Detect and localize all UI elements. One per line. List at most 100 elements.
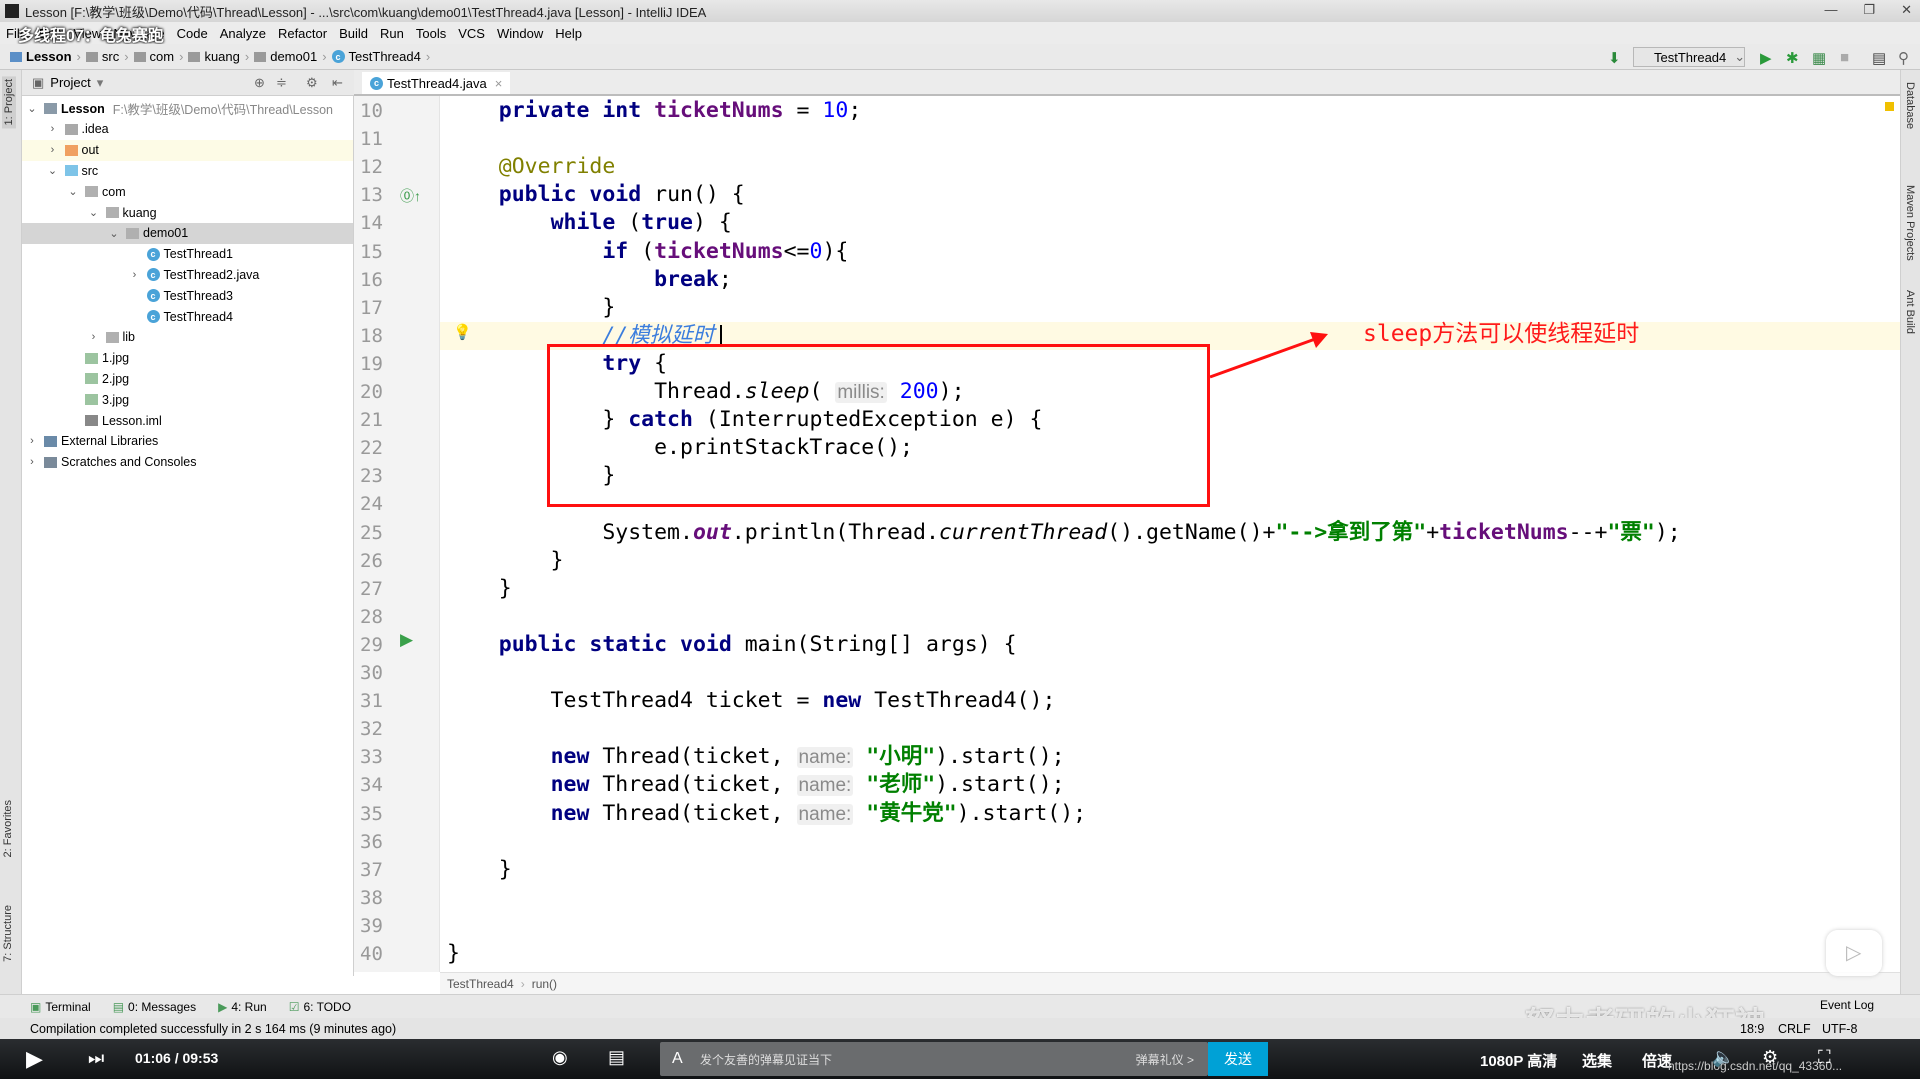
tree-item[interactable]: › External Libraries (22, 431, 353, 452)
menu-help[interactable]: Help (555, 26, 582, 41)
menu-build[interactable]: Build (339, 26, 368, 41)
bottom-tab-run[interactable]: ▶ 4: Run (218, 1000, 267, 1014)
play-icon[interactable]: ▶ (26, 1046, 43, 1072)
chevron-right-icon[interactable]: › (26, 435, 38, 447)
debug-icon[interactable]: ✱ (1786, 49, 1799, 67)
tree-item[interactable]: Lesson.iml (22, 410, 353, 431)
tree-item[interactable]: c TestThread1 (22, 244, 353, 265)
danmu-input[interactable]: A 发个友善的弹幕见证当下 弹幕礼仪 > (660, 1042, 1208, 1076)
tree-item[interactable]: › out (22, 139, 353, 161)
run-configuration-select[interactable]: TestThread4 ⌄ (1633, 47, 1745, 67)
minimize-icon[interactable]: — (1824, 2, 1837, 18)
hide-icon[interactable]: ⇤ (332, 75, 343, 91)
menu-window[interactable]: Window (497, 26, 543, 41)
tree-item[interactable]: 3.jpg (22, 389, 353, 410)
menu-refactor[interactable]: Refactor (278, 26, 327, 41)
chevron-down-icon[interactable]: ⌄ (108, 227, 120, 240)
bottom-tab-terminal[interactable]: ▣ Terminal (30, 1000, 91, 1014)
bottom-tab-todo[interactable]: ☑ 6: TODO (289, 1000, 351, 1014)
gear-icon[interactable]: ⚙ (306, 75, 318, 91)
locate-icon[interactable]: ⊕ (254, 75, 265, 91)
tree-item[interactable]: ⌄ kuang (22, 202, 353, 223)
database-tool-tab[interactable]: Database (1904, 82, 1916, 129)
breadcrumb-item[interactable]: kuang › (188, 49, 254, 64)
danmu-etiquette-link[interactable]: 弹幕礼仪 > (1136, 1051, 1194, 1068)
status-message[interactable]: Compilation completed successfully in 2 … (30, 1022, 396, 1036)
send-danmu-button[interactable]: 发送 (1208, 1042, 1268, 1076)
tree-item[interactable]: › .idea (22, 119, 353, 140)
tree-item[interactable]: ⌄ com (22, 181, 353, 202)
collapse-icon[interactable]: ≑ (276, 75, 287, 91)
chevron-right-icon[interactable]: › (88, 331, 100, 343)
tree-item[interactable]: ⌄ src (22, 160, 353, 181)
breadcrumb-item[interactable]: demo01 › (254, 49, 331, 64)
project-tool-tab[interactable]: 1: Project (2, 76, 16, 129)
menu-run[interactable]: Run (380, 26, 404, 41)
line-separator[interactable]: CRLF (1778, 1022, 1811, 1036)
chevron-down-icon[interactable]: ⌄ (88, 206, 100, 219)
chevron-down-icon[interactable]: ▾ (97, 75, 104, 91)
menu-code[interactable]: Code (177, 26, 208, 41)
breadcrumb-item[interactable]: Lesson › (10, 49, 86, 64)
tree-item[interactable]: 2.jpg (22, 368, 353, 389)
tree-item[interactable]: ⌄ Lesson F:\教学\班级\Demo\代码\Thread\Lesson (22, 98, 353, 119)
breadcrumb-item[interactable]: com › (133, 49, 189, 64)
favorites-tool-tab[interactable]: 2: Favorites (2, 800, 14, 857)
run-icon[interactable]: ▶ (1760, 49, 1772, 67)
coverage-icon[interactable]: ▦ (1812, 49, 1826, 67)
settings-icon[interactable]: ⚙ (1762, 1047, 1778, 1068)
lightbulb-icon[interactable]: 💡 (453, 323, 472, 341)
stop-icon[interactable]: ■ (1840, 49, 1849, 66)
tree-item[interactable]: c TestThread3 (22, 285, 353, 306)
bottom-tab-messages[interactable]: ▤ 0: Messages (113, 1000, 196, 1014)
menu-tools[interactable]: Tools (416, 26, 446, 41)
text-format-icon[interactable]: A (672, 1050, 683, 1068)
quality-button[interactable]: 1080P 高清 (1480, 1050, 1557, 1071)
chevron-right-icon[interactable]: › (129, 269, 141, 281)
chevron-right-icon[interactable]: › (47, 144, 59, 156)
menu-vcs[interactable]: VCS (458, 26, 485, 41)
build-icon[interactable]: ⬇ (1608, 49, 1621, 67)
volume-icon[interactable]: 🔈 (1712, 1047, 1734, 1068)
tree-item[interactable]: 1.jpg (22, 348, 353, 369)
iml-icon (85, 415, 98, 426)
next-icon[interactable]: ⏭ (88, 1048, 104, 1069)
maximize-icon[interactable]: ❐ (1863, 2, 1875, 18)
fullscreen-icon[interactable]: ⛶ (1818, 1047, 1831, 1068)
crumb-method[interactable]: run() (532, 977, 557, 991)
project-tree: ⌄ Lesson F:\教学\班级\Demo\代码\Thread\Lesson › .i… (22, 96, 354, 976)
maven-tool-tab[interactable]: Maven Projects (1904, 185, 1916, 261)
tree-item[interactable]: › c TestThread2.java (22, 264, 353, 285)
menu-analyze[interactable]: Analyze (220, 26, 266, 41)
chevron-right-icon[interactable]: › (26, 456, 38, 468)
breadcrumb-item[interactable]: c TestThread4 › (331, 49, 436, 64)
tree-item[interactable]: › Scratches and Consoles (22, 452, 353, 473)
breadcrumb-item[interactable]: src › (85, 49, 134, 64)
tree-item[interactable]: › lib (22, 327, 353, 348)
ant-tool-tab[interactable]: Ant Build (1904, 290, 1916, 334)
danmu-toggle-icon[interactable]: ◉ (552, 1047, 568, 1068)
chevron-down-icon[interactable]: ⌄ (47, 164, 59, 177)
structure-tool-tab[interactable]: 7: Structure (2, 905, 14, 962)
warning-marker-icon[interactable] (1885, 102, 1894, 111)
chevron-down-icon[interactable]: ⌄ (67, 185, 79, 198)
search-icon[interactable]: ⚲ (1898, 49, 1909, 67)
encoding[interactable]: UTF-8 (1822, 1022, 1857, 1036)
close-icon[interactable]: ✕ (1901, 2, 1912, 18)
danmu-settings-icon[interactable]: ▤ (608, 1047, 625, 1068)
run-main-icon[interactable]: ▶ (400, 630, 413, 650)
tree-item[interactable]: c TestThread4 (22, 306, 353, 327)
project-view-select[interactable]: Project (50, 75, 90, 90)
event-log-tab[interactable]: Event Log (1820, 998, 1874, 1012)
project-structure-icon[interactable]: ▤ (1872, 49, 1886, 67)
line-number: 32 (360, 718, 383, 741)
chevron-down-icon[interactable]: ⌄ (26, 102, 38, 115)
tab-testthread4-java[interactable]: c TestThread4.java × (362, 72, 511, 94)
episodes-button[interactable]: 选集 (1582, 1050, 1612, 1071)
crumb-class[interactable]: TestThread4 (447, 977, 514, 991)
tree-item[interactable]: ⌄ demo01 (22, 222, 353, 244)
override-icon[interactable]: ⓪↑ (400, 186, 421, 206)
close-tab-icon[interactable]: × (495, 76, 503, 91)
chevron-right-icon[interactable]: › (47, 123, 59, 135)
caret-position[interactable]: 18:9 (1740, 1022, 1764, 1036)
